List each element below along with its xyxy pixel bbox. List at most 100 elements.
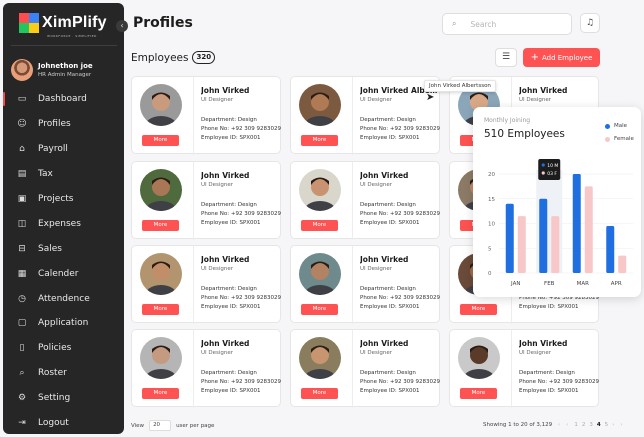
employee-card[interactable]: More John Virked UI Designer Department: De… — [131, 76, 281, 155]
search-input[interactable] — [470, 19, 551, 29]
card-divider — [352, 330, 353, 408]
page-number[interactable]: 4 — [597, 422, 601, 428]
more-button[interactable]: More — [301, 304, 338, 315]
employee-card[interactable]: More John Virked UI Designer Department: De… — [131, 161, 281, 240]
logo[interactable]: XimPlify — [19, 13, 107, 33]
employee-phone: Phone No: +92 309 9283029 — [201, 295, 281, 301]
employee-card[interactable]: More John Virked UI Designer Department: De… — [290, 329, 440, 408]
dashboard-icon: ▭ — [17, 94, 27, 105]
employee-department: Department: Design — [360, 202, 416, 208]
pagination: Showing 1 to 20 of 3,129 ‹ ‹ 1 2 3 4 5 › › — [483, 422, 625, 428]
user-profile[interactable]: Johnethon joe HR Admin Manager — [11, 59, 93, 81]
employee-card[interactable]: More John Virked UI Designer Department: De… — [449, 329, 599, 408]
employee-photo-image — [299, 169, 341, 211]
bar-chart: 0 5 10 15 20 JAN FEB 10 M 03 F MAR APR — [488, 159, 633, 287]
bar-female — [551, 216, 560, 273]
employee-photo — [299, 169, 341, 211]
tax-icon: ▤ — [17, 169, 27, 180]
user-name: Johnethon joe — [38, 62, 93, 70]
prev-page-icon[interactable]: ‹ — [566, 422, 568, 428]
card-divider — [352, 246, 353, 324]
clock-icon: ◷ — [18, 293, 26, 304]
payroll-icon: ⌂ — [19, 144, 25, 155]
search-box[interactable]: ⌕ — [442, 13, 572, 35]
employee-role: UI Designer — [360, 266, 393, 272]
sidebar-item-projects[interactable]: ▣ Projects — [3, 187, 124, 212]
employee-photo-image — [140, 337, 182, 379]
user-role: HR Admin Manager — [38, 72, 92, 78]
sidebar-item-label: Roster — [38, 368, 67, 379]
sidebar-item-policies[interactable]: ▯ Policies — [3, 336, 124, 361]
employee-department: Department: Design — [360, 286, 416, 292]
sidebar-item-logout[interactable]: ⇥ Logout — [3, 411, 124, 436]
employee-card[interactable]: More John Virked UI Designer Department: De… — [290, 245, 440, 324]
employee-department: Department: Design — [201, 117, 257, 123]
more-button[interactable]: More — [142, 304, 179, 315]
employee-phone: Phone No: +92 309 9283029 — [360, 211, 440, 217]
sidebar-item-dashboard[interactable]: ▭ Dashboard — [3, 87, 124, 112]
page-number[interactable]: 5 — [605, 422, 609, 428]
calendar-icon: ▦ — [17, 268, 27, 279]
card-divider — [193, 162, 194, 240]
logout-icon: ⇥ — [18, 418, 26, 429]
logo-mark-icon — [19, 13, 39, 33]
employee-role: UI Designer — [519, 97, 552, 103]
employee-name: John Virked — [201, 86, 250, 95]
sidebar-item-label: Policies — [38, 343, 72, 354]
more-button[interactable]: More — [142, 135, 179, 146]
next-page-icon[interactable]: › — [612, 422, 614, 428]
per-page-suffix: user per page — [176, 422, 215, 429]
page-number[interactable]: 3 — [589, 422, 593, 428]
monthly-joining-card: Monthly Joining 510 Employees Male Femal… — [473, 107, 641, 297]
more-button[interactable]: More — [460, 388, 497, 399]
employee-photo — [140, 253, 182, 295]
sidebar-item-profiles[interactable]: ☺ Profiles — [3, 112, 124, 137]
sidebar-item-label: Payroll — [38, 144, 68, 155]
sidebar-item-label: Expenses — [38, 218, 81, 229]
employee-photo — [458, 337, 500, 379]
employee-photo-image — [299, 337, 341, 379]
employee-card[interactable]: More John Virked UI Designer Department: De… — [131, 329, 281, 408]
more-button[interactable]: More — [301, 135, 338, 146]
sidebar-item-expenses[interactable]: ◫ Expenses — [3, 211, 124, 236]
sidebar-item-sales[interactable]: ⊟ Sales — [3, 236, 124, 261]
more-button[interactable]: More — [142, 388, 179, 399]
more-button[interactable]: More — [142, 220, 179, 231]
sidebar-item-attendence[interactable]: ◷ Attendence — [3, 286, 124, 311]
page-number[interactable]: 1 — [574, 422, 578, 428]
more-button[interactable]: More — [301, 388, 338, 399]
notification-bell-icon[interactable]: ♫ — [580, 13, 600, 33]
sidebar-item-calender[interactable]: ▦ Calender — [3, 261, 124, 286]
per-page-select[interactable]: 20 — [149, 420, 172, 431]
sidebar-item-roster[interactable]: ⌕ Roster — [3, 361, 124, 386]
employee-card[interactable]: More John Virked UI Designer Department: De… — [131, 245, 281, 324]
add-employee-button[interactable]: + Add Employee — [523, 48, 600, 67]
sidebar-item-setting[interactable]: ⚙ Setting — [3, 386, 124, 411]
employee-name: John Virked — [201, 255, 250, 264]
x-tick-label: JAN — [510, 281, 520, 287]
page-number[interactable]: 2 — [582, 422, 586, 428]
employee-card[interactable]: MoreJohn Virked AlbertssonUI DesignerDep… — [290, 76, 440, 155]
employees-title: Employees — [131, 51, 189, 64]
employee-role: UI Designer — [201, 97, 234, 103]
bar-female — [517, 216, 526, 273]
x-tick-label: FEB — [544, 281, 555, 287]
brand-tagline: WORKFORCE · SIMPLIFIED — [47, 34, 97, 38]
bar-male — [505, 203, 514, 273]
sidebar-item-label: Tax — [38, 169, 53, 180]
more-button[interactable]: More — [460, 304, 497, 315]
employee-photo — [140, 337, 182, 379]
more-button[interactable]: More — [301, 220, 338, 231]
filter-button[interactable]: ☰ — [495, 48, 517, 67]
employee-id: Employee ID: SPX001 — [201, 135, 261, 141]
name-tooltip: John Virked Albertsson — [424, 80, 496, 92]
next-page-icon[interactable]: › — [620, 422, 622, 428]
plus-icon: + — [530, 51, 539, 63]
employee-card[interactable]: More John Virked UI Designer Department: De… — [290, 161, 440, 240]
sidebar-item-label: Application — [38, 318, 89, 329]
sidebar-item-application[interactable]: ▢ Application — [3, 311, 124, 336]
sidebar-item-payroll[interactable]: ⌂ Payroll — [3, 137, 124, 162]
sidebar-item-tax[interactable]: ▤ Tax — [3, 162, 124, 187]
prev-page-icon[interactable]: ‹ — [558, 422, 560, 428]
employees-heading: Employees 320 — [131, 51, 216, 64]
